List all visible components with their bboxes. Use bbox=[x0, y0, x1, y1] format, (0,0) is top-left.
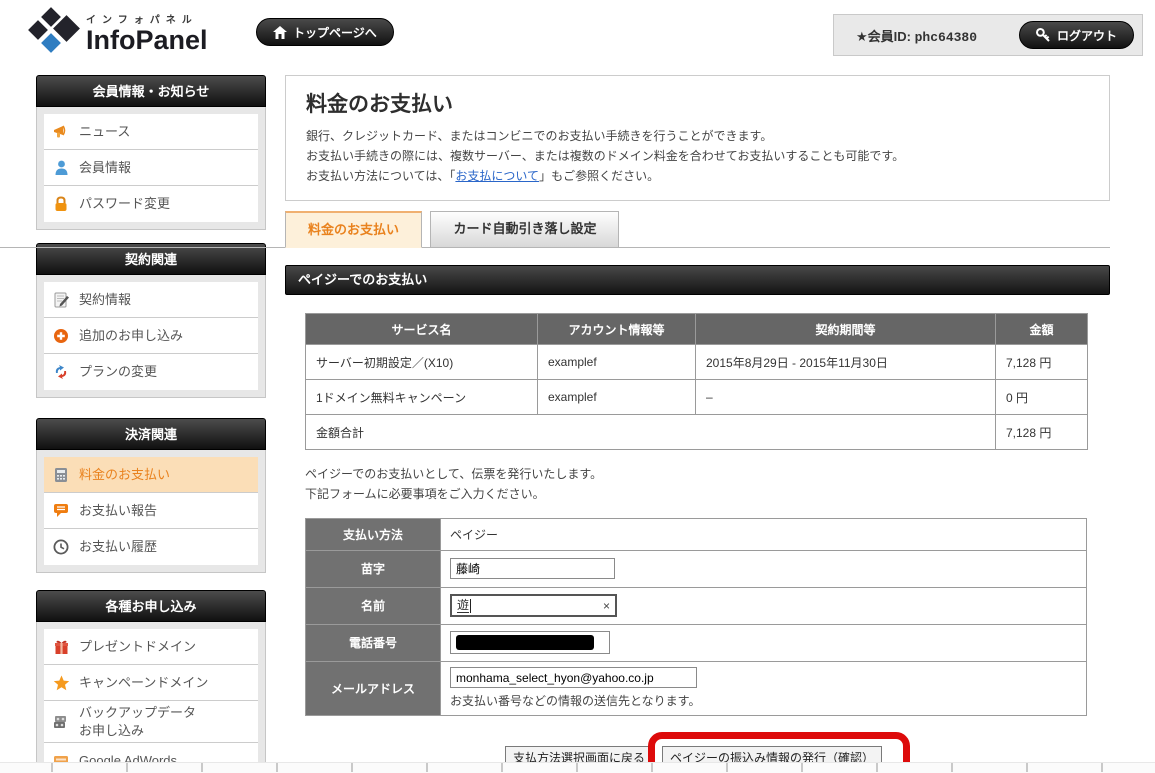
page-bottom-strip bbox=[0, 762, 1155, 773]
backup-icon bbox=[52, 713, 70, 731]
phone-input[interactable] bbox=[450, 631, 610, 654]
megaphone-icon bbox=[52, 123, 70, 141]
email-note: お支払い番号などの情報の送信先となります。 bbox=[450, 692, 1077, 709]
payment-icon bbox=[52, 466, 70, 484]
invoice-table: サービス名 アカウント情報等 契約期間等 金額 サーバー初期設定／(X10) e… bbox=[305, 313, 1088, 450]
lock-icon bbox=[52, 195, 70, 213]
member-info-bar: ★会員ID: phc64380 ログアウト bbox=[833, 14, 1143, 56]
logo-kana: インフォパネル bbox=[86, 11, 208, 26]
sidebar-item-news[interactable]: ニュース bbox=[44, 114, 258, 150]
tab-card-autopay[interactable]: カード自動引き落し設定 bbox=[430, 211, 619, 248]
section-header-payeasy: ペイジーでのお支払い bbox=[285, 265, 1110, 295]
star-icon bbox=[52, 674, 70, 692]
table-row: 1ドメイン無料キャンペーン examplef – 0 円 bbox=[306, 380, 1088, 415]
email-input[interactable] bbox=[450, 667, 697, 688]
payment-form: 支払い方法 ペイジー 苗字 名前 遊 × 電話番号 bbox=[305, 518, 1087, 716]
sidebar-item-present-domain[interactable]: プレゼントドメイン bbox=[44, 629, 258, 665]
sidebar-group-title: 会員情報・お知らせ bbox=[36, 75, 266, 107]
sidebar-item-password[interactable]: パスワード変更 bbox=[44, 186, 258, 222]
infopanel-logo: インフォパネル InfoPanel bbox=[30, 8, 208, 58]
form-row-lastname: 苗字 bbox=[306, 550, 1087, 587]
text-caret bbox=[470, 599, 471, 613]
page-header-box: 料金のお支払い 銀行、クレジットカード、またはコンビニでのお支払い手続きを行うこ… bbox=[285, 75, 1110, 201]
first-name-input[interactable]: 遊 × bbox=[450, 594, 617, 617]
sidebar-group-applications: 各種お申し込み プレゼントドメイン キャンペーンドメイン バックアップデータ お… bbox=[36, 590, 266, 773]
sidebar-item-additional-order[interactable]: 追加のお申し込み bbox=[44, 318, 258, 354]
form-row-firstname: 名前 遊 × bbox=[306, 587, 1087, 624]
top-page-button[interactable]: トップページへ bbox=[256, 18, 394, 46]
sidebar-item-payment[interactable]: 料金のお支払い bbox=[44, 457, 258, 493]
logout-button[interactable]: ログアウト bbox=[1019, 21, 1134, 49]
sidebar-group-title: 決済関連 bbox=[36, 418, 266, 450]
form-row-email: メールアドレス お支払い番号などの情報の送信先となります。 bbox=[306, 661, 1087, 715]
sidebar-item-payment-history[interactable]: お支払い履歴 bbox=[44, 529, 258, 565]
payment-history-icon bbox=[52, 538, 70, 556]
sidebar-group-payment: 決済関連 料金のお支払い お支払い報告 お支払い履歴 bbox=[36, 418, 266, 573]
gift-icon bbox=[52, 638, 70, 656]
sidebar-group-member: 会員情報・お知らせ ニュース 会員情報 パスワード変更 bbox=[36, 75, 266, 230]
member-id: ★会員ID: phc64380 bbox=[856, 26, 977, 45]
key-icon bbox=[1036, 28, 1051, 43]
tab-bar: 料金のお支払い カード自動引き落し設定 bbox=[285, 211, 1110, 248]
sidebar-item-payment-report[interactable]: お支払い報告 bbox=[44, 493, 258, 529]
sidebar-group-contract: 契約関連 契約情報 追加のお申し込み プランの変更 bbox=[36, 243, 266, 398]
plan-change-icon bbox=[52, 363, 70, 381]
sidebar-item-backup-data[interactable]: バックアップデータ お申し込み bbox=[44, 701, 258, 743]
redacted-phone-value bbox=[456, 635, 594, 650]
payeasy-note: ペイジーでのお支払いとして、伝票を発行いたします。 下記フォームに必要事項をご入… bbox=[305, 465, 1090, 505]
contract-icon bbox=[52, 291, 70, 309]
person-icon bbox=[52, 159, 70, 177]
sidebar-item-contract-info[interactable]: 契約情報 bbox=[44, 282, 258, 318]
invoice-header-row: サービス名 アカウント情報等 契約期間等 金額 bbox=[306, 314, 1088, 345]
last-name-input[interactable] bbox=[450, 558, 615, 579]
logo-diamonds-icon bbox=[30, 8, 78, 58]
logo-title: InfoPanel bbox=[86, 26, 208, 54]
sidebar-item-member-info[interactable]: 会員情報 bbox=[44, 150, 258, 186]
form-row-method: 支払い方法 ペイジー bbox=[306, 518, 1087, 550]
payment-method-value: ペイジー bbox=[441, 518, 1087, 550]
total-row: 金額合計 7,128 円 bbox=[306, 415, 1088, 450]
sidebar-item-campaign-domain[interactable]: キャンペーンドメイン bbox=[44, 665, 258, 701]
sidebar-group-title: 各種お申し込み bbox=[36, 590, 266, 622]
page-title: 料金のお支払い bbox=[306, 88, 1089, 118]
payment-report-icon bbox=[52, 502, 70, 520]
add-icon bbox=[52, 327, 70, 345]
table-row: サーバー初期設定／(X10) examplef 2015年8月29日 - 201… bbox=[306, 345, 1088, 380]
tab-payment[interactable]: 料金のお支払い bbox=[285, 211, 422, 248]
payment-about-link[interactable]: お支払について bbox=[455, 169, 539, 183]
main-content: 料金のお支払い 銀行、クレジットカード、またはコンビニでのお支払い手続きを行うこ… bbox=[285, 75, 1110, 773]
page-intro: 銀行、クレジットカード、またはコンビニでのお支払い手続きを行うことができます。 … bbox=[306, 127, 1089, 186]
form-row-phone: 電話番号 bbox=[306, 624, 1087, 661]
clear-input-icon[interactable]: × bbox=[603, 599, 610, 613]
home-icon bbox=[273, 25, 287, 39]
sidebar-item-plan-change[interactable]: プランの変更 bbox=[44, 354, 258, 390]
